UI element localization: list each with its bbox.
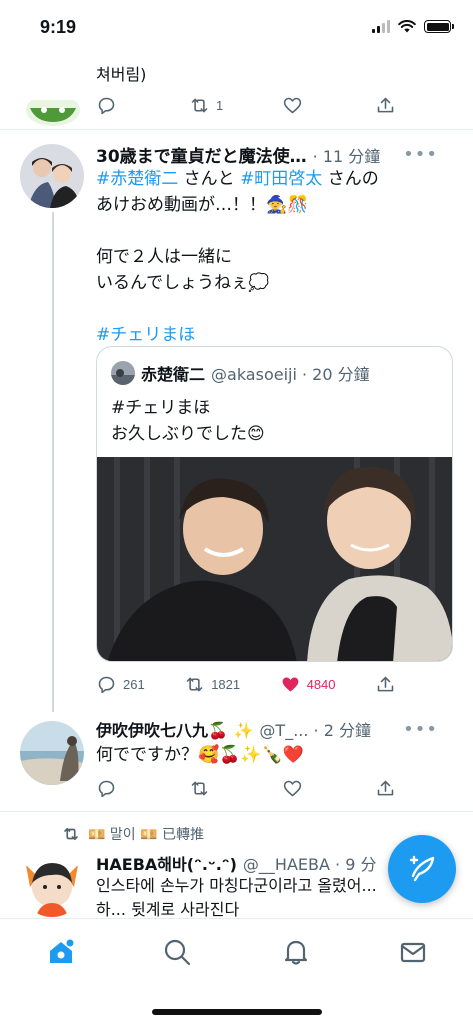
divider <box>0 129 473 130</box>
retweet-button[interactable]: 1821 <box>184 674 240 695</box>
tweet-text: #赤楚衛二 さんと #町田啓太 さんの あけおめ動画が…！！🧙🎊 何で２人は一緒… <box>96 169 379 345</box>
tweet-photo[interactable] <box>97 457 452 661</box>
retweet-button[interactable]: 1 <box>189 95 226 116</box>
divider <box>0 811 473 812</box>
home-indicator[interactable] <box>152 1009 322 1015</box>
status-bar: 9:19 <box>0 0 473 56</box>
handle-time[interactable]: @T_... · 2 分鐘 <box>259 717 371 741</box>
reply-button[interactable]: 261 <box>96 674 145 695</box>
thread-line <box>52 212 54 712</box>
avatar[interactable] <box>20 721 84 785</box>
bottom-tab-bar <box>0 918 473 1024</box>
heart-icon <box>283 97 302 113</box>
home-icon <box>50 939 74 963</box>
quoted-tweet[interactable]: 赤楚衛二 @akasoeiji · 20 分鐘 #チェリまほ お久しぶりでした😊 <box>96 346 453 662</box>
avatar-image <box>20 853 84 917</box>
reply-button[interactable] <box>96 778 117 799</box>
notifications-icon <box>284 940 308 965</box>
tweet-time[interactable]: · 11 分鐘 <box>313 143 381 167</box>
previous-tweet-actions: 1 <box>96 92 396 118</box>
hashtag-link[interactable]: #チェリまほ <box>96 325 195 345</box>
photo-image <box>97 457 452 661</box>
retweet-icon <box>191 781 208 795</box>
retweet-icon <box>64 827 78 841</box>
avatar[interactable] <box>24 100 82 128</box>
tab-search[interactable] <box>160 935 194 969</box>
display-name: 赤楚衛二 <box>141 365 206 384</box>
display-name[interactable]: 伊吹伊吹七八九🍒 ✨ <box>96 717 253 741</box>
tweet-header: 30歳まで童貞だと魔法使… · 11 分鐘 ••• <box>96 142 456 167</box>
reply-icon <box>98 97 115 114</box>
retweet-button[interactable] <box>189 778 210 799</box>
hashtag-link[interactable]: #赤楚衛二 <box>96 169 178 189</box>
reply-button[interactable] <box>96 95 133 116</box>
like-button[interactable] <box>282 95 319 116</box>
retweet-context: 💴 말이 💴 已轉推 <box>62 824 204 844</box>
display-name[interactable]: HAEBA해바(ᵔ.ᵕ.ᵔ) <box>96 851 237 875</box>
reply-icon <box>98 676 115 693</box>
like-button[interactable] <box>282 778 303 799</box>
tweet-header: 伊吹伊吹七八九🍒 ✨ @T_... · 2 分鐘 ••• <box>96 717 456 741</box>
retweet-icon <box>191 98 208 112</box>
tweet-text: 쳐버림) <box>96 65 147 84</box>
wifi-icon <box>398 20 416 33</box>
share-button[interactable] <box>375 778 396 799</box>
avatar <box>111 361 135 385</box>
compose-tweet-icon <box>409 855 435 882</box>
avatar[interactable] <box>20 144 84 208</box>
share-button[interactable] <box>375 674 396 695</box>
retweet-icon <box>186 677 203 691</box>
like-button[interactable]: 4840 <box>280 674 336 695</box>
heart-filled-icon <box>282 677 298 691</box>
tweet-text: 인스타에 손누가 마칭다군이라고 올렸어... 하... 뒷계로 사라진다 <box>96 876 377 919</box>
avatar[interactable] <box>20 853 84 917</box>
tweet-header: HAEBA해바(ᵔ.ᵕ.ᵔ) @__HAEBA · 9 分 <box>96 851 396 875</box>
hashtag-link[interactable]: #町田啓太 <box>240 169 322 189</box>
display-name[interactable]: 30歳まで童貞だと魔法使… <box>96 142 307 167</box>
heart-icon <box>283 780 302 796</box>
search-icon <box>164 939 191 966</box>
tab-home[interactable] <box>44 935 78 969</box>
share-icon <box>377 780 394 795</box>
share-button[interactable] <box>375 95 396 116</box>
quoted-tweet-header: 赤楚衛二 @akasoeiji · 20 分鐘 <box>111 361 370 385</box>
handle-time: @akasoeiji · 20 分鐘 <box>211 365 370 384</box>
more-options-icon[interactable]: ••• <box>403 144 438 165</box>
tweet-text: 何でですか？🥰🍒✨🍾❤️ <box>96 745 304 765</box>
status-time: 9:19 <box>40 17 77 37</box>
quoted-tweet-text: #チェリまほ お久しぶりでした😊 <box>111 398 265 444</box>
tab-messages[interactable] <box>396 935 430 969</box>
reply-tweet-actions <box>96 775 396 801</box>
tab-notifications[interactable] <box>279 935 313 969</box>
handle-time[interactable]: @__HAEBA · 9 分 <box>243 851 377 875</box>
more-options-icon[interactable]: ••• <box>403 719 438 740</box>
compose-tweet-button[interactable] <box>388 835 456 903</box>
share-icon <box>377 97 394 112</box>
share-icon <box>377 676 394 691</box>
cellular-signal-icon <box>372 20 390 33</box>
main-tweet-actions: 261 1821 4840 <box>96 671 396 697</box>
status-icons <box>372 20 454 33</box>
avatar-image <box>20 144 84 208</box>
avatar-image <box>20 721 84 785</box>
reply-icon <box>98 780 115 797</box>
messages-icon <box>400 942 426 963</box>
battery-icon <box>424 20 454 33</box>
